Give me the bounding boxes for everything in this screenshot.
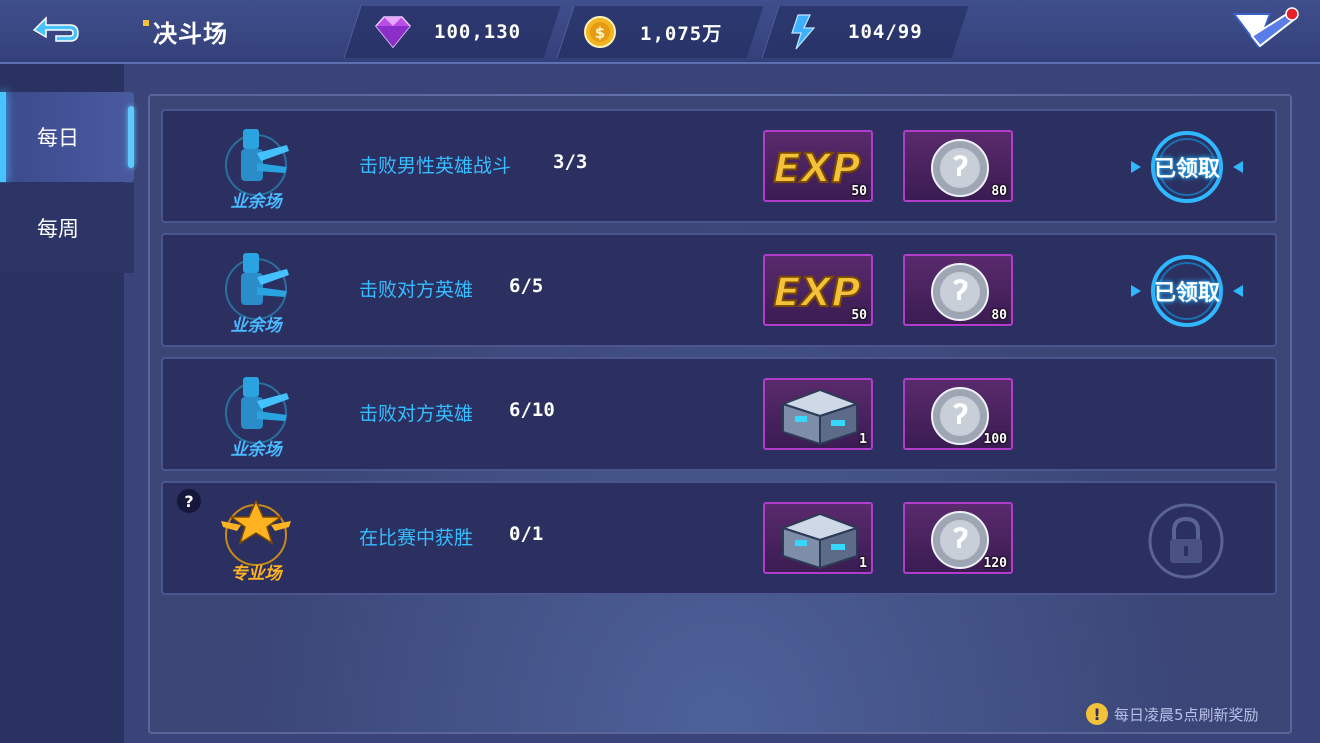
- top-bar: 决斗场 100,130 $ 1,075万 104/99: [0, 0, 1320, 64]
- treasure-chest-icon: [779, 388, 861, 446]
- reward-count: 80: [991, 308, 1007, 323]
- amateur-arena-badge: 业余场: [211, 123, 301, 213]
- silver-coin-reward[interactable]: 80: [903, 254, 1013, 326]
- task-row: 业余场 击败对方英雄 6/5 EXP 50 80 已领取: [161, 233, 1277, 347]
- task-row: 业余场 击败对方英雄 6/10 1 100: [161, 357, 1277, 471]
- lock-icon: [1148, 503, 1224, 579]
- claimed-stamp: 已领取: [1127, 125, 1247, 209]
- pro-arena-icon: [221, 499, 291, 566]
- reward-count: 50: [851, 308, 867, 323]
- tab-weekly[interactable]: 每周: [0, 183, 134, 273]
- diamond-icon: [375, 16, 411, 49]
- amateur-arena-badge: 业余场: [211, 247, 301, 337]
- menu-icon[interactable]: [1230, 6, 1306, 52]
- energy-bolt-icon: [791, 14, 816, 50]
- notice-icon: !: [1086, 703, 1108, 725]
- amateur-arena-badge: 业余场: [211, 371, 301, 461]
- silver-coin-reward[interactable]: 120: [903, 502, 1013, 574]
- exp-glyph: EXP: [773, 270, 860, 316]
- gold-resource[interactable]: $ 1,075万: [582, 6, 722, 58]
- claimed-stamp: 已领取: [1127, 249, 1247, 333]
- task-description: 在比赛中获胜: [359, 527, 474, 549]
- refresh-note: ! 每日凌晨5点刷新奖励: [1086, 702, 1259, 726]
- pro-arena-badge: 专业场: [211, 495, 301, 585]
- task-progress: 0/1: [509, 523, 544, 545]
- chest-reward[interactable]: 1: [763, 378, 873, 450]
- diamond-resource[interactable]: 100,130: [372, 6, 521, 58]
- svg-text:$: $: [595, 24, 605, 42]
- task-row: ? 专业场 在比赛中获胜 0/1 1 120: [161, 481, 1277, 595]
- task-progress: 3/3: [553, 151, 588, 173]
- notification-dot: [1285, 7, 1299, 21]
- amateur-arena-icon: [225, 253, 289, 320]
- gold-count: 1,075万: [640, 22, 723, 45]
- exp-reward[interactable]: EXP 50: [763, 130, 873, 202]
- task-progress: 6/10: [509, 399, 555, 421]
- tab-daily-label: 每日: [37, 126, 79, 150]
- badge-label: 业余场: [230, 440, 282, 460]
- diamond-count: 100,130: [434, 21, 522, 43]
- reward-count: 80: [991, 184, 1007, 199]
- page-title: 决斗场: [153, 20, 228, 48]
- refresh-note-text: 每日凌晨5点刷新奖励: [1114, 705, 1259, 724]
- claimed-label: 已领取: [1153, 281, 1220, 306]
- help-icon[interactable]: ?: [177, 489, 201, 513]
- reward-count: 1: [859, 556, 867, 571]
- reward-count: 100: [983, 432, 1007, 447]
- tab-daily[interactable]: 每日: [0, 92, 134, 182]
- reward-count: 50: [851, 184, 867, 199]
- task-row: 业余场 击败男性英雄战斗 3/3 EXP 50 80 已领取: [161, 109, 1277, 223]
- exp-reward[interactable]: EXP 50: [763, 254, 873, 326]
- badge-label: 业余场: [230, 316, 282, 336]
- tab-weekly-label: 每周: [37, 217, 79, 241]
- task-description: 击败对方英雄: [359, 403, 474, 425]
- silver-coin-reward[interactable]: 80: [903, 130, 1013, 202]
- task-progress: 6/5: [509, 275, 544, 297]
- exp-glyph: EXP: [773, 146, 860, 192]
- gold-coin-icon: $: [584, 16, 616, 48]
- back-arrow-icon[interactable]: [26, 10, 84, 50]
- chest-reward[interactable]: 1: [763, 502, 873, 574]
- energy-resource[interactable]: 104/99: [788, 6, 923, 58]
- task-description: 击败对方英雄: [359, 279, 474, 301]
- silver-coin-reward[interactable]: 100: [903, 378, 1013, 450]
- amateur-arena-icon: [225, 129, 289, 196]
- claimed-label: 已领取: [1153, 157, 1220, 182]
- title-marker: [143, 20, 149, 26]
- badge-label: 专业场: [230, 564, 282, 584]
- badge-label: 业余场: [230, 192, 282, 212]
- task-description: 击败男性英雄战斗: [359, 155, 512, 177]
- energy-count: 104/99: [848, 21, 923, 43]
- reward-count: 1: [859, 432, 867, 447]
- treasure-chest-icon: [779, 512, 861, 570]
- reward-count: 120: [983, 556, 1007, 571]
- amateur-arena-icon: [225, 377, 289, 444]
